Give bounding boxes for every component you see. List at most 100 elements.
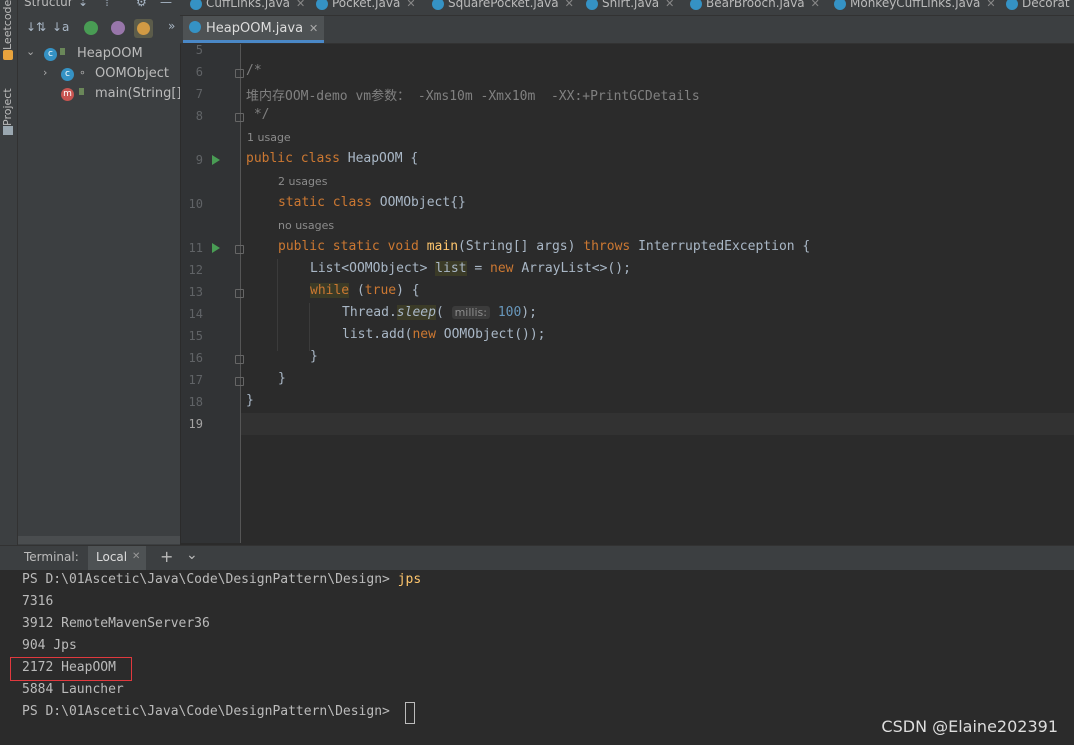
close-icon[interactable]: ✕: [986, 0, 995, 10]
line-number: 9: [195, 153, 203, 167]
public-icon: [79, 88, 84, 95]
sleep-value: 100: [497, 305, 522, 320]
chevron-down-icon[interactable]: ⌄: [26, 45, 35, 58]
project-tool-tab[interactable]: Project: [1, 82, 16, 126]
code-line-14: Thread.sleep( millis: 100);: [342, 305, 537, 320]
sort-alpha-icon[interactable]: ↓a: [52, 20, 69, 34]
line-number: 16: [188, 351, 203, 365]
code-line-11: public static void main(String[] args) t…: [278, 239, 811, 254]
tree-item-label: main(String[]):: [95, 86, 180, 101]
sort-by-visibility-icon[interactable]: ↓⇅: [26, 20, 46, 34]
line-number: 18: [188, 395, 203, 409]
code-line-8: */: [246, 107, 270, 122]
line-number: 13: [188, 285, 203, 299]
tab-pocket[interactable]: Pocket.java ✕: [316, 0, 416, 10]
structure-toolbar: Structur ⇣ ⇡ ⚙ —: [18, 0, 180, 15]
show-fields-toggle[interactable]: [134, 19, 153, 38]
code-line-9: public class HeapOOM {: [246, 151, 419, 166]
code-line-12: List<OOMObject> list = new ArrayList<>()…: [310, 261, 631, 276]
folder-icon: [3, 126, 13, 135]
watermark: CSDN @Elaine202391: [881, 717, 1058, 736]
close-icon[interactable]: ✕: [309, 22, 318, 35]
expand-all-icon[interactable]: ⇣: [78, 0, 88, 9]
close-icon[interactable]: ✕: [811, 0, 820, 10]
chevron-right-icon[interactable]: ›: [43, 66, 47, 79]
terminal-line: PS D:\01Ascetic\Java\Code\DesignPattern\…: [22, 704, 398, 719]
run-icon[interactable]: [212, 155, 220, 165]
indent-guide: [309, 303, 310, 351]
code-line-17: }: [278, 371, 286, 386]
tab-label: Shirt.java: [602, 0, 660, 10]
tab-label: BearBrooch.java: [706, 0, 805, 10]
class-icon: c: [61, 68, 74, 81]
fold-icon[interactable]: [235, 113, 244, 122]
tab-label: Decorat: [1022, 0, 1070, 10]
code-line-16: }: [310, 349, 318, 364]
code-line-10: static class OOMObject{}: [278, 195, 466, 210]
usage-hint[interactable]: no usages: [278, 219, 334, 232]
tab-heapoom[interactable]: HeapOOM.java ✕: [183, 16, 325, 43]
indent-guide: [277, 259, 278, 351]
line-number: 14: [188, 307, 203, 321]
show-properties-icon[interactable]: [111, 21, 125, 35]
code-line-13: while (true) {: [310, 283, 420, 298]
terminal-tab-local[interactable]: Local ✕: [88, 546, 146, 572]
tab-decorat[interactable]: Decorat: [1006, 0, 1070, 10]
chevron-down-icon[interactable]: ⌄: [186, 547, 198, 563]
fold-icon[interactable]: [235, 245, 244, 254]
field-icon: [137, 22, 150, 35]
line-number: 5: [195, 43, 203, 57]
tree-item-label: HeapOOM: [77, 46, 143, 61]
tab-label: Local: [96, 550, 128, 564]
line-number: 6: [195, 65, 203, 79]
tree-item-main[interactable]: m main(String[]):: [18, 85, 180, 105]
tab-squarepocket[interactable]: SquarePocket.java ✕: [432, 0, 574, 10]
usage-hint[interactable]: 1 usage: [247, 131, 291, 144]
code-line-18: }: [246, 393, 254, 408]
class-icon: [316, 0, 328, 10]
class-icon: [1006, 0, 1018, 10]
close-icon[interactable]: ✕: [296, 0, 305, 10]
class-icon: [586, 0, 598, 10]
run-icon[interactable]: [212, 243, 220, 253]
fold-icon[interactable]: [235, 355, 244, 364]
gear-icon[interactable]: ⚙: [136, 0, 147, 9]
fold-icon[interactable]: [235, 69, 244, 78]
current-line-highlight: [241, 413, 1074, 435]
terminal-line: 3912 RemoteMavenServer36: [22, 616, 210, 631]
leetcode-tool-tab[interactable]: Leetcode: [1, 0, 16, 50]
tab-cufflinks[interactable]: CuffLinks.java ✕: [190, 0, 305, 10]
close-icon[interactable]: ✕: [565, 0, 574, 10]
minimize-icon[interactable]: —: [160, 0, 172, 9]
close-icon[interactable]: ✕: [665, 0, 674, 10]
collapse-all-icon[interactable]: ⇡: [102, 0, 112, 9]
close-icon[interactable]: ✕: [132, 551, 140, 562]
tree-item-oomobject[interactable]: › c ∘ OOMObject: [18, 65, 180, 85]
leetcode-icon: [3, 50, 13, 60]
line-number: 15: [188, 329, 203, 343]
terminal-title: Terminal:: [24, 550, 79, 564]
class-icon: [834, 0, 846, 10]
more-chevron-icon[interactable]: »: [168, 19, 175, 33]
usage-hint[interactable]: 2 usages: [278, 175, 327, 188]
fold-icon[interactable]: [235, 377, 244, 386]
editor-tab-row: HeapOOM.java ✕: [180, 16, 1074, 44]
line-number: 8: [195, 109, 203, 123]
add-tab-icon[interactable]: +: [160, 547, 173, 566]
tab-label: MonkeyCuffLinks.java: [850, 0, 981, 10]
fold-icon[interactable]: [235, 289, 244, 298]
tab-shirt[interactable]: Shirt.java ✕: [586, 0, 674, 10]
structure-scrollbar[interactable]: [18, 536, 180, 544]
line-number: 19: [188, 417, 203, 431]
show-inherited-icon[interactable]: [84, 21, 98, 35]
tree-item-heapoom[interactable]: ⌄ c HeapOOM: [18, 45, 180, 65]
code-line-7: 堆内存OOM-demo vm参数： -Xms10m -Xmx10m -XX:+P…: [246, 89, 700, 104]
class-icon: [189, 21, 201, 33]
close-icon[interactable]: ✕: [406, 0, 415, 10]
tab-monkeycufflinks[interactable]: MonkeyCuffLinks.java ✕: [834, 0, 996, 10]
public-icon: [60, 48, 65, 55]
tab-label: HeapOOM.java: [206, 21, 304, 36]
line-number: 12: [188, 263, 203, 277]
tab-bearbrooch[interactable]: BearBrooch.java ✕: [690, 0, 820, 10]
editor-tab-row-top: CuffLinks.java ✕ Pocket.java ✕ SquarePocke…: [180, 0, 1074, 16]
